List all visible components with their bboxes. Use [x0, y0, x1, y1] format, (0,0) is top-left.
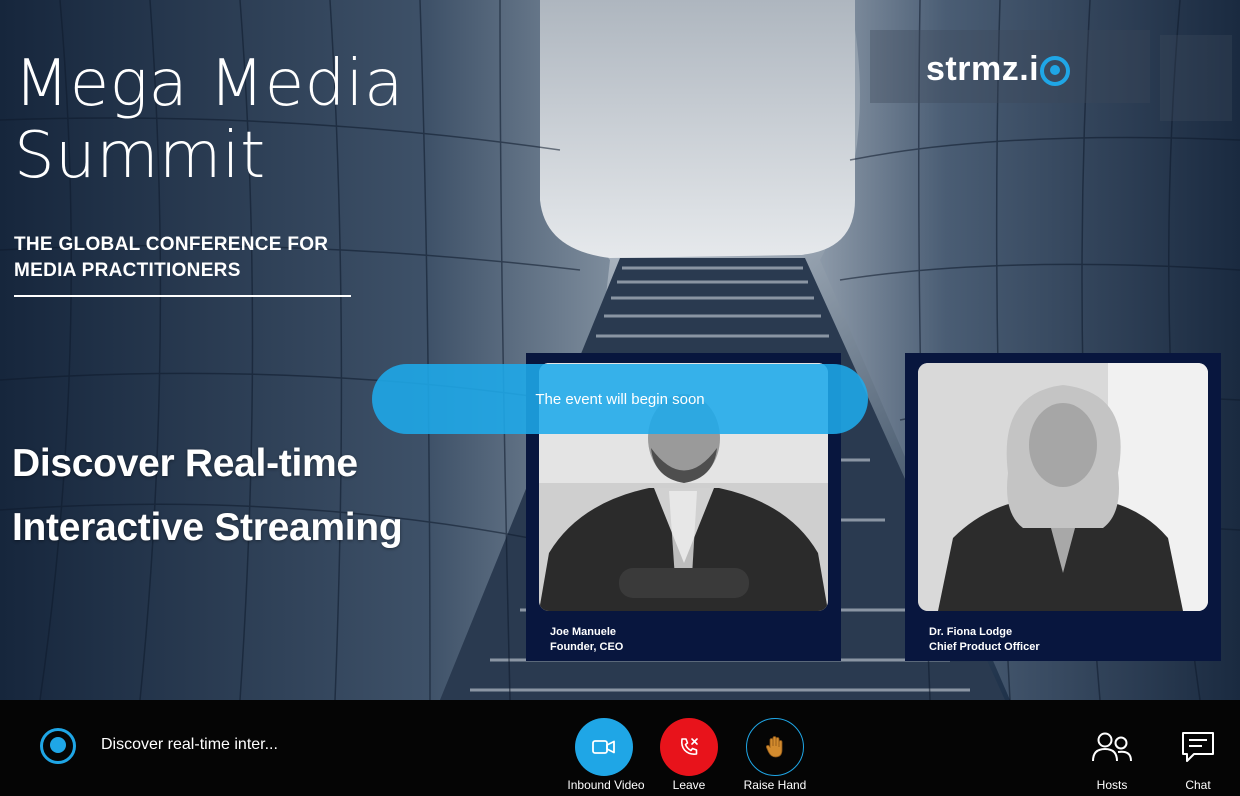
- speaker-role-fiona: Chief Product Officer: [929, 641, 1040, 653]
- event-status-banner: The event will begin soon: [372, 364, 868, 434]
- speaker-name-fiona: Dr. Fiona Lodge: [929, 626, 1013, 638]
- chat-label: Chat: [1185, 778, 1211, 792]
- event-title: Mega Media Summit: [14, 48, 404, 192]
- phone-hangup-icon: [680, 738, 698, 755]
- chat-icon: [1182, 732, 1214, 762]
- event-title-line2: Summit: [14, 119, 266, 193]
- inbound-video-button[interactable]: [575, 718, 633, 776]
- event-subtitle-line1: THE GLOBAL CONFERENCE FOR: [14, 234, 329, 255]
- video-camera-icon: [592, 740, 615, 754]
- speaker-card-fiona: Dr. Fiona Lodge Chief Product Officer: [905, 353, 1221, 661]
- speaker-name-joe: Joe Manuele: [550, 626, 617, 638]
- hosts-icon: [1092, 732, 1132, 762]
- hosts-label: Hosts: [1096, 778, 1128, 792]
- speaker-portrait-fiona: [918, 363, 1208, 611]
- control-bar-event-title: Discover real-time inter...: [101, 736, 278, 753]
- event-subtitle-line2: MEDIA PRACTITIONERS: [14, 260, 241, 281]
- logo-eye-icon: [1040, 55, 1071, 86]
- logo-text: strmz.i: [926, 50, 1040, 88]
- raise-hand-button[interactable]: [746, 718, 804, 776]
- event-title-line1: Mega Media: [14, 47, 404, 121]
- chat-button[interactable]: [1169, 718, 1227, 776]
- event-tagline: Discover Real-time Interactive Streaming: [12, 432, 403, 560]
- event-tagline-line2: Interactive Streaming: [12, 506, 403, 549]
- control-bar: Discover real-time inter... Inbound Vide…: [0, 700, 1240, 796]
- strmz-logo: strmz.i: [926, 50, 1071, 89]
- event-stage: Mega Media Summit THE GLOBAL CONFERENCE …: [0, 0, 1240, 700]
- speaker-photo-fiona: [918, 363, 1208, 611]
- leave-button[interactable]: [660, 718, 718, 776]
- hosts-button[interactable]: [1083, 718, 1141, 776]
- raise-hand-label: Raise Hand: [743, 778, 807, 792]
- logo-backdrop-secondary: [1160, 35, 1232, 121]
- event-tagline-line1: Discover Real-time: [12, 442, 358, 485]
- subtitle-divider: [14, 295, 351, 297]
- event-subtitle: THE GLOBAL CONFERENCE FOR MEDIA PRACTITI…: [14, 232, 328, 284]
- stream-logo-icon: [40, 728, 76, 764]
- raised-hand-icon: [765, 736, 783, 758]
- speaker-role-joe: Founder, CEO: [550, 641, 624, 653]
